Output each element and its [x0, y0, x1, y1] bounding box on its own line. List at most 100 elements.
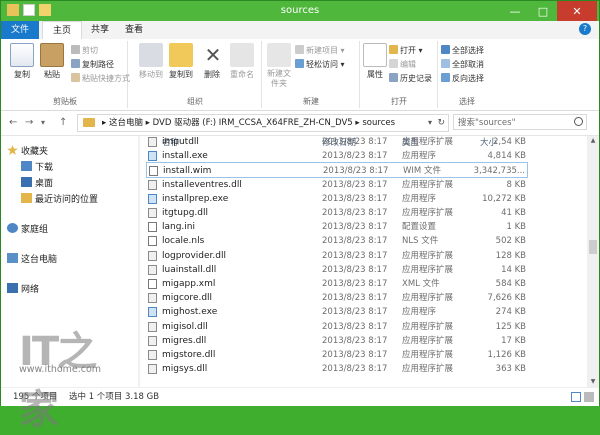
ithome-url: www.ithome.com: [19, 364, 102, 375]
title-bar[interactable]: sources — □ ✕: [1, 1, 599, 21]
ribbon: 复制 粘贴 剪切 复制路径 粘贴快捷方式 剪贴板 移动到 复制到 ✕ 删除 重命…: [1, 39, 599, 111]
recent-places-icon: [21, 193, 32, 203]
recent-locations-dropdown[interactable]: ▾: [41, 118, 45, 127]
invert-selection-label: 反向选择: [452, 74, 484, 83]
nav-downloads-label: 下载: [35, 163, 54, 173]
scroll-down-arrow[interactable]: ▼: [587, 377, 599, 387]
paste-icon: [40, 43, 64, 67]
paste-shortcut-icon: [71, 73, 80, 82]
address-input[interactable]: ▸ 这台电脑 ▸ DVD 驱动器 (F:) IRM_CCSA_X64FRE_ZH…: [77, 114, 449, 132]
history-icon: [389, 73, 398, 82]
move-to-button[interactable]: 移动到: [137, 43, 165, 80]
select-all-button[interactable]: 全部选择: [441, 45, 484, 57]
new-folder-icon: [267, 43, 291, 67]
history-button[interactable]: 历史记录: [389, 73, 432, 85]
search-placeholder: 搜索"sources": [458, 118, 516, 128]
file-row[interactable]: migsys.dll 2013/8/23 8:17 应用程序扩展 363 KB: [146, 361, 528, 377]
file-size: 363 KB: [495, 364, 526, 375]
copy-button[interactable]: 复制: [9, 43, 35, 80]
nav-homegroup[interactable]: 家庭组: [7, 222, 48, 235]
open-label: 打开 ▾: [400, 46, 423, 55]
file-icon: [149, 166, 158, 177]
close-button[interactable]: ✕: [557, 1, 597, 21]
copy-label: 复制: [14, 70, 30, 79]
new-group-label: 新建: [303, 97, 319, 106]
large-icons-view-button[interactable]: [584, 392, 594, 402]
copy-to-button[interactable]: 复制到: [167, 43, 195, 80]
open-button[interactable]: 打开 ▾: [389, 45, 423, 57]
nav-desktop-label: 桌面: [35, 179, 54, 189]
clipboard-group-label: 剪贴板: [53, 97, 77, 106]
delete-button[interactable]: ✕ 删除: [201, 43, 225, 80]
file-icon: [148, 193, 157, 204]
file-icon: [148, 335, 157, 346]
vertical-scrollbar[interactable]: ▲ ▼: [587, 136, 599, 387]
nav-favorites[interactable]: 收藏夹: [7, 144, 48, 157]
file-icon: [148, 137, 157, 147]
explorer-window: sources — □ ✕ 文件 主页 共享 查看 ? 复制 粘贴 剪切 复制路…: [0, 0, 600, 433]
maximize-button[interactable]: □: [529, 1, 557, 21]
move-to-label: 移动到: [139, 70, 163, 79]
drive-icon: [83, 118, 95, 127]
scissors-icon: [71, 45, 80, 54]
new-folder-button[interactable]: 新建文件夹: [265, 43, 293, 89]
scroll-thumb[interactable]: [589, 240, 597, 254]
back-button[interactable]: ←: [9, 117, 17, 128]
edit-button[interactable]: 编辑: [389, 59, 416, 71]
select-all-icon: [441, 45, 450, 54]
delete-icon: ✕: [201, 43, 225, 67]
breadcrumb[interactable]: ▸ 这台电脑 ▸ DVD 驱动器 (F:) IRM_CCSA_X64FRE_ZH…: [102, 115, 395, 131]
properties-icon: [363, 43, 387, 67]
search-icon[interactable]: [574, 117, 583, 126]
open-icon: [389, 45, 398, 54]
help-icon[interactable]: ?: [579, 23, 591, 35]
new-item-button[interactable]: 新建项目 ▾: [295, 45, 345, 57]
new-item-icon: [295, 45, 304, 54]
properties-button[interactable]: 属性: [363, 43, 387, 80]
select-all-label: 全部选择: [452, 46, 484, 55]
new-folder-label: 新建文件夹: [267, 69, 291, 88]
tab-view[interactable]: 查看: [119, 21, 149, 39]
edit-icon: [389, 59, 398, 68]
copy-path-button[interactable]: 复制路径: [71, 59, 114, 71]
scroll-up-arrow[interactable]: ▲: [587, 136, 599, 146]
rename-label: 重命名: [230, 70, 254, 79]
move-to-icon: [139, 43, 163, 67]
new-item-label: 新建项目 ▾: [306, 46, 345, 55]
delete-label: 删除: [204, 70, 220, 79]
tab-home[interactable]: 主页: [42, 21, 82, 40]
select-none-button[interactable]: 全部取消: [441, 59, 484, 71]
select-none-label: 全部取消: [452, 60, 484, 69]
nav-downloads[interactable]: 下载: [21, 160, 53, 173]
address-dropdown-icon[interactable]: ▾: [428, 115, 432, 131]
tab-file[interactable]: 文件: [1, 21, 39, 39]
minimize-button[interactable]: —: [501, 1, 529, 21]
tab-share[interactable]: 共享: [85, 21, 115, 39]
rename-button[interactable]: 重命名: [227, 43, 257, 80]
nav-this-pc[interactable]: 这台电脑: [7, 252, 57, 265]
nav-desktop[interactable]: 桌面: [21, 176, 53, 189]
paste-shortcut-button[interactable]: 粘贴快捷方式: [71, 73, 130, 85]
details-view-button[interactable]: [571, 392, 581, 402]
nav-network[interactable]: 网络: [7, 282, 39, 295]
edit-label: 编辑: [400, 60, 416, 69]
desktop-icon: [21, 177, 32, 187]
easy-access-icon: [295, 59, 304, 68]
file-icon: [148, 250, 157, 261]
organize-group-label: 组织: [187, 97, 203, 106]
copy-to-label: 复制到: [169, 70, 193, 79]
forward-button[interactable]: →: [25, 117, 33, 128]
paste-shortcut-label: 粘贴快捷方式: [82, 74, 130, 83]
up-button[interactable]: ↑: [59, 117, 67, 128]
refresh-icon[interactable]: ↻: [437, 115, 445, 131]
organize-group: 移动到 复制到 ✕ 删除 重命名 组织: [129, 41, 262, 108]
star-icon: [7, 145, 18, 155]
paste-button[interactable]: 粘贴: [39, 43, 65, 80]
nav-recent[interactable]: 最近访问的位置: [21, 192, 98, 205]
search-input[interactable]: 搜索"sources": [453, 114, 587, 130]
file-icon: [148, 364, 157, 375]
cut-button[interactable]: 剪切: [71, 45, 98, 57]
invert-selection-button[interactable]: 反向选择: [441, 73, 484, 85]
easy-access-button[interactable]: 轻松访问 ▾: [295, 59, 345, 71]
properties-label: 属性: [367, 70, 383, 79]
